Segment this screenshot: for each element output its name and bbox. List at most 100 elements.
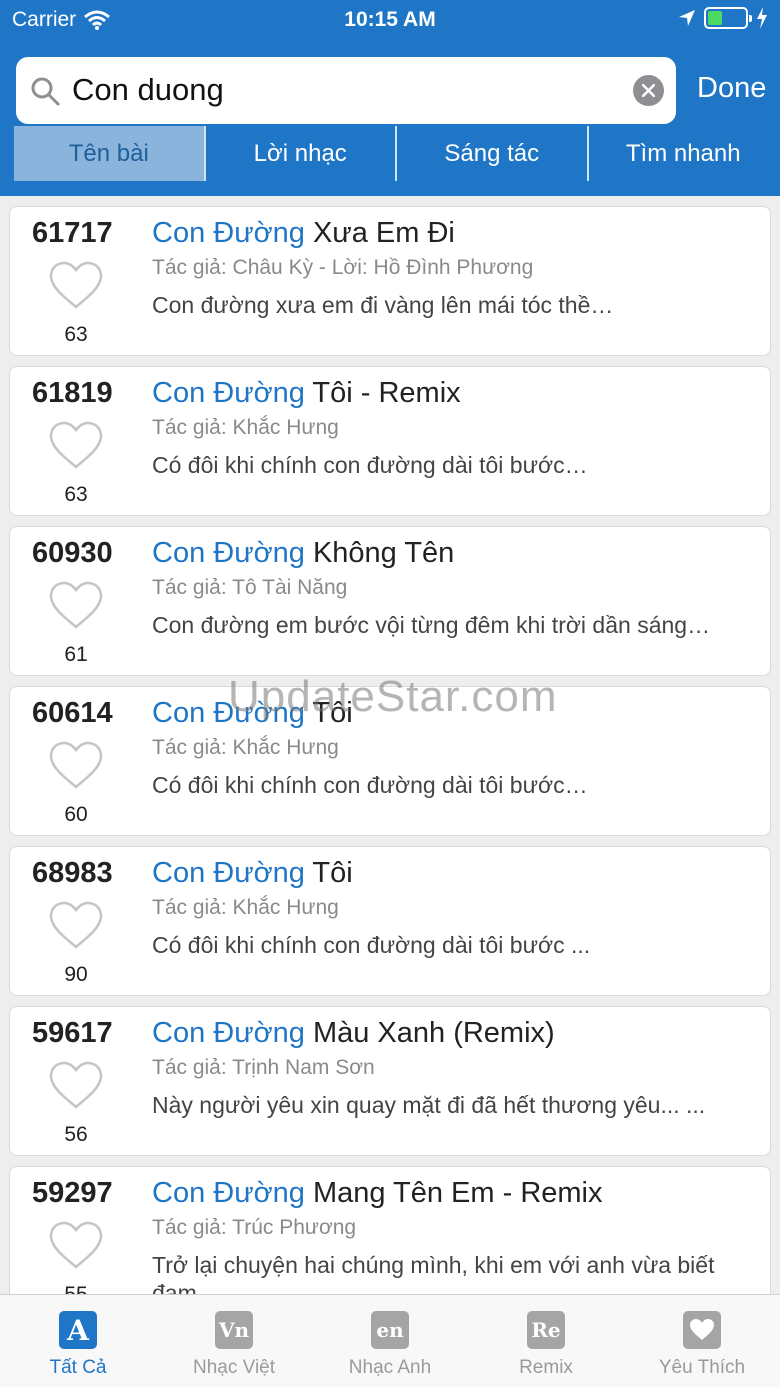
header: Carrier 10:15 AM Con duong Done Tên bài … — [0, 0, 780, 196]
tab-label: Remix — [519, 1357, 573, 1378]
search-icon — [31, 77, 60, 106]
list-item[interactable]: 59297 55 Con Đường Mang Tên Em - Remix Tác … — [9, 1166, 771, 1294]
song-title-highlight: Con Đường — [152, 1017, 305, 1049]
song-author: Tác giả: Châu Kỳ - Lời: Hồ Đình Phương — [152, 256, 534, 279]
english-music-icon: en — [371, 1311, 409, 1349]
segment-composer[interactable]: Sáng tác — [397, 126, 589, 181]
list-item[interactable]: 68983 90 Con Đường Tôi Tác giả: Khắc Hưng Có… — [9, 846, 771, 996]
song-lyric-snippet: Con đường em bước vội từng đêm khi trời … — [152, 612, 711, 638]
tab-icon-text: A — [67, 1313, 89, 1347]
song-title-highlight: Con Đường — [152, 1177, 305, 1209]
song-lyric-snippet: Có đôi khi chính con đường dài tôi bước… — [152, 772, 588, 798]
heart-icon[interactable] — [47, 579, 105, 636]
song-id: 59617 — [32, 1017, 113, 1049]
segment-title[interactable]: Tên bài — [14, 126, 206, 181]
favorites-heart-icon — [683, 1311, 721, 1349]
song-title-rest: Mang Tên Em - Remix — [304, 1177, 603, 1209]
list-item[interactable]: 61717 63 Con Đường Xưa Em Đi Tác giả: Châu … — [9, 206, 771, 356]
song-id: 59297 — [32, 1177, 113, 1209]
song-author: Tác giả: Trúc Phương — [152, 1216, 357, 1239]
tab-label: Nhạc Anh — [348, 1357, 432, 1378]
tab-favorites-heart[interactable]: Yêu Thích — [624, 1295, 780, 1387]
segment-quick-search[interactable]: Tìm nhanh — [589, 126, 779, 181]
like-count: 56 — [64, 1123, 88, 1146]
remix-icon: Re — [527, 1311, 565, 1349]
song-title-highlight: Con Đường — [152, 217, 305, 249]
close-icon — [642, 84, 655, 97]
song-lyric-snippet: Có đôi khi chính con đường dài tôi bước… — [152, 452, 588, 478]
search-scope-segmented-control: Tên bài Lời nhạc Sáng tác Tìm nhanh — [14, 126, 778, 181]
status-time: 10:15 AM — [344, 8, 436, 31]
song-author: Tác giả: Khắc Hưng — [152, 416, 339, 439]
song-title: Con Đường Không Tên — [152, 537, 454, 570]
like-count: 60 — [64, 803, 88, 826]
tab-remix[interactable]: Re Remix — [468, 1295, 624, 1387]
tab-label: Nhạc Việt — [192, 1357, 276, 1378]
battery-fill — [708, 11, 723, 25]
location-arrow-icon — [679, 10, 695, 26]
tab-icon-text: Vn — [218, 1318, 250, 1342]
song-id: 61717 — [32, 217, 113, 249]
tab-bar: A Tất Cả Vn Nhạc Việt en Nhạc Anh Re Remix Yêu T… — [0, 1294, 780, 1387]
song-list: 61717 63 Con Đường Xưa Em Đi Tác giả: Châu … — [0, 196, 780, 1294]
song-title-rest: Màu Xanh (Remix) — [304, 1017, 555, 1049]
clear-search-button[interactable] — [633, 75, 664, 106]
list-item[interactable]: 61819 63 Con Đường Tôi - Remix Tác giả: Khắ… — [9, 366, 771, 516]
tab-label: Tất Cả — [49, 1357, 107, 1378]
tab-icon-text: en — [376, 1318, 404, 1342]
song-title: Con Đường Màu Xanh (Remix) — [152, 1017, 555, 1050]
battery-icon — [704, 7, 752, 29]
all-songs-icon: A — [59, 1311, 97, 1349]
song-title-highlight: Con Đường — [152, 537, 305, 569]
song-author: Tác giả: Tô Tài Năng — [152, 576, 348, 599]
heart-icon[interactable] — [47, 419, 105, 476]
battery-tip — [749, 15, 752, 22]
song-id: 68983 — [32, 857, 113, 889]
song-id: 60930 — [32, 537, 113, 569]
song-author: Tác giả: Khắc Hưng — [152, 896, 339, 919]
status-bar: Carrier 10:15 AM — [0, 0, 780, 40]
song-title-highlight: Con Đường — [152, 377, 305, 409]
song-title-rest: Tôi — [304, 857, 353, 889]
song-title: Con Đường Tôi - Remix — [152, 377, 461, 410]
tab-icon-text: Re — [531, 1318, 561, 1342]
heart-icon[interactable] — [47, 259, 105, 316]
status-right — [678, 7, 768, 29]
heart-icon[interactable] — [47, 1059, 105, 1116]
segment-lyrics[interactable]: Lời nhạc — [206, 126, 397, 181]
tab-vietnamese-music[interactable]: Vn Nhạc Việt — [156, 1295, 312, 1387]
list-item[interactable]: 60930 61 Con Đường Không Tên Tác giả: Tô Tà… — [9, 526, 771, 676]
song-title-rest: Xưa Em Đi — [304, 217, 455, 249]
vietnamese-music-icon: Vn — [215, 1311, 253, 1349]
song-author: Tác giả: Khắc Hưng — [152, 736, 339, 759]
song-title: Con Đường Mang Tên Em - Remix — [152, 1177, 603, 1210]
song-title-rest: Tôi - Remix — [304, 377, 461, 409]
list-item[interactable]: 59617 56 Con Đường Màu Xanh (Remix) Tác giả… — [9, 1006, 771, 1156]
song-title: Con Đường Tôi — [152, 857, 353, 890]
like-count: 63 — [64, 483, 88, 506]
song-title-rest: Không Tên — [304, 537, 455, 569]
song-title: Con Đường Xưa Em Đi — [152, 217, 455, 250]
heart-icon[interactable] — [47, 899, 105, 956]
done-button[interactable]: Done — [697, 72, 766, 105]
like-count: 61 — [64, 643, 88, 666]
song-id: 60614 — [32, 697, 113, 729]
song-lyric-snippet: Con đường xưa em đi vàng lên mái tóc thề… — [152, 292, 614, 318]
song-id: 61819 — [32, 377, 113, 409]
like-count: 55 — [10, 1283, 142, 1294]
song-author: Tác giả: Trịnh Nam Sơn — [152, 1056, 375, 1079]
like-count: 63 — [64, 323, 88, 346]
search-input[interactable] — [72, 65, 632, 115]
tab-label: Yêu Thích — [658, 1357, 746, 1378]
song-lyric-snippet: Trở lại chuyện hai chúng mình, khi em vớ… — [152, 1252, 715, 1294]
like-count: 90 — [64, 963, 88, 986]
song-lyric-snippet: Có đôi khi chính con đường dài tôi bước … — [152, 932, 591, 958]
song-title-highlight: Con Đường — [152, 857, 305, 889]
heart-icon[interactable] — [47, 739, 105, 796]
heart-icon[interactable] — [47, 1219, 105, 1276]
tab-english-music[interactable]: en Nhạc Anh — [312, 1295, 468, 1387]
search-box[interactable] — [16, 57, 676, 124]
tab-all-songs[interactable]: A Tất Cả — [0, 1295, 156, 1387]
charging-bolt-icon — [757, 7, 767, 29]
watermark: UpdateStar.com — [228, 672, 558, 721]
